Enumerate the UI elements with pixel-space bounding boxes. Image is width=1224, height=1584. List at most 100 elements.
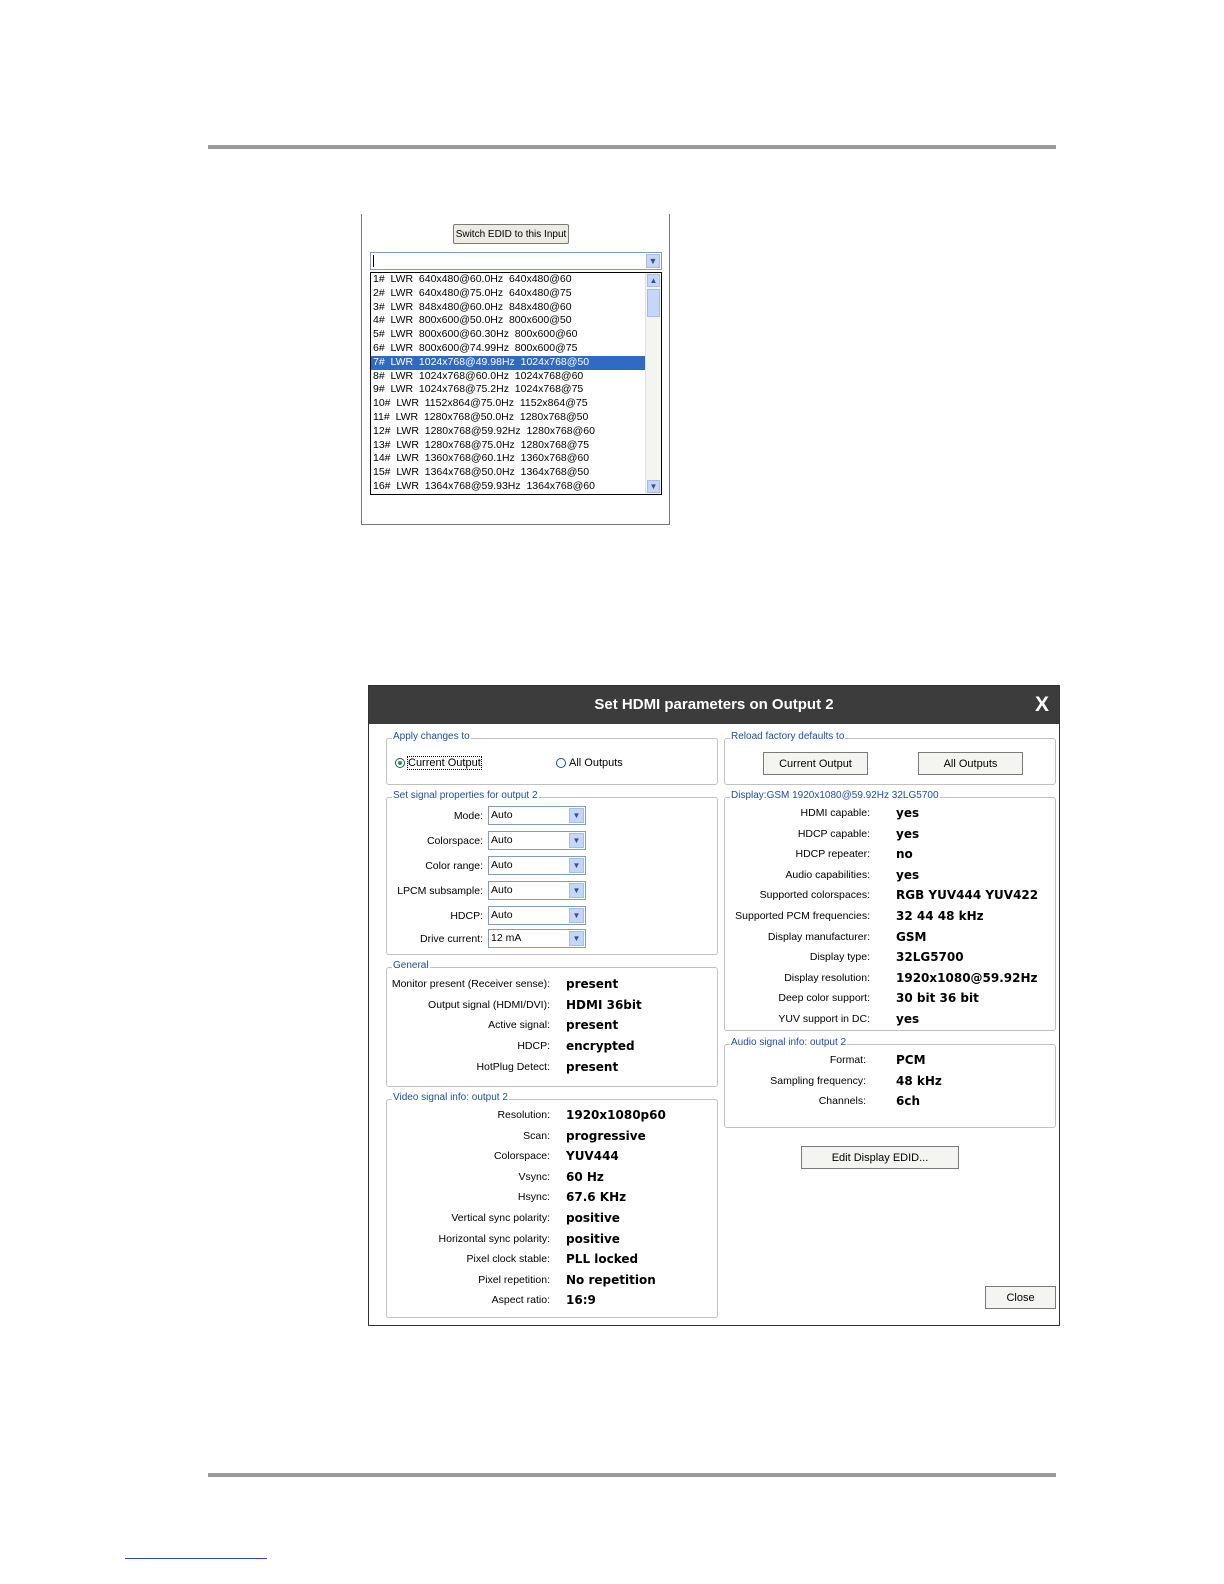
chevron-down-icon[interactable]: ▼ <box>646 254 660 268</box>
display-info-row: YUV support in DC: yes <box>725 1009 1055 1029</box>
video-info-row: Resolution: 1920x1080p60 <box>387 1105 717 1125</box>
video-info-row: Hsync: 67.6 KHz <box>387 1187 717 1207</box>
select-value: Auto <box>491 859 513 871</box>
signal-field-select[interactable]: Auto ▼ <box>488 831 586 850</box>
edid-list-item[interactable]: 10# LWR 1152x864@75.0Hz 1152x864@75 <box>371 397 645 411</box>
edit-display-edid-button[interactable]: Edit Display EDID... <box>801 1146 959 1169</box>
display-info-row: Audio capabilities: yes <box>725 865 1055 885</box>
signal-field-select[interactable]: Auto ▼ <box>488 856 586 875</box>
video-info-row: Pixel repetition: No repetition <box>387 1270 717 1290</box>
edid-list-item[interactable]: 7# LWR 1024x768@49.98Hz 1024x768@50 <box>371 355 645 370</box>
general-row: HotPlug Detect: present <box>387 1057 717 1077</box>
edid-list-item[interactable]: 15# LWR 1364x768@50.0Hz 1364x768@50 <box>371 466 645 480</box>
video-info-row: Vertical sync polarity: positive <box>387 1208 717 1228</box>
edid-list-item[interactable]: 12# LWR 1280x768@59.92Hz 1280x768@60 <box>371 425 645 439</box>
reload-current-output-button[interactable]: Current Output <box>763 752 868 775</box>
close-icon[interactable]: X <box>1035 686 1049 724</box>
edid-list-item[interactable]: 14# LWR 1360x768@60.1Hz 1360x768@60 <box>371 452 645 466</box>
reload-defaults-group: Reload factory defaults to Current Outpu… <box>724 731 1056 785</box>
audio-info-row: Sampling frequency: 48 kHz <box>725 1071 1055 1091</box>
reload-all-outputs-button[interactable]: All Outputs <box>918 752 1023 775</box>
chevron-down-icon[interactable]: ▼ <box>569 833 584 848</box>
info-label: Colorspace: <box>493 1150 550 1163</box>
edid-list-item[interactable]: 16# LWR 1364x768@59.93Hz 1364x768@60 <box>371 480 645 494</box>
radio-label: Current Output <box>407 756 482 770</box>
signal-field-label: Color range: <box>425 860 483 872</box>
info-value: yes <box>896 806 920 820</box>
signal-field-select[interactable]: Auto ▼ <box>488 906 586 925</box>
info-label: Active signal: <box>488 1019 550 1032</box>
dialog-title: Set HDMI parameters on Output 2 <box>594 696 834 713</box>
info-label: HDCP capable: <box>797 827 870 840</box>
edid-list-item[interactable]: 8# LWR 1024x768@60.0Hz 1024x768@60 <box>371 370 645 384</box>
edid-list-item[interactable]: 6# LWR 800x600@74.99Hz 800x600@75 <box>371 342 645 356</box>
info-label: Supported colorspaces: <box>759 889 870 902</box>
info-label: Pixel clock stable: <box>466 1253 550 1266</box>
edid-list-item[interactable]: 3# LWR 848x480@60.0Hz 848x480@60 <box>371 301 645 315</box>
info-label: HDMI capable: <box>800 807 870 819</box>
scroll-thumb[interactable] <box>647 289 660 317</box>
radio-dot <box>556 758 566 768</box>
signal-field-label: LPCM subsample: <box>397 885 483 897</box>
info-label: Resolution: <box>497 1109 550 1121</box>
info-value: present <box>566 1018 619 1033</box>
edid-list-item[interactable]: 1# LWR 640x480@60.0Hz 640x480@60 <box>371 273 645 287</box>
edid-combobox[interactable]: ▼ <box>370 252 662 270</box>
info-value: present <box>566 1059 619 1074</box>
signal-field-select[interactable]: 12 mA ▼ <box>488 929 586 948</box>
select-value: Auto <box>491 909 513 921</box>
info-value: 16:9 <box>566 1293 596 1308</box>
general-group: General Monitor present (Receiver sense)… <box>386 960 718 1087</box>
signal-field-select[interactable]: Auto ▼ <box>488 881 586 900</box>
info-value: PLL locked <box>566 1252 639 1267</box>
signal-field-label: Mode: <box>453 810 483 822</box>
dialog-titlebar: Set HDMI parameters on Output 2 X <box>369 686 1059 724</box>
info-value: YUV444 <box>566 1149 619 1164</box>
video-info-row: Colorspace: YUV444 <box>387 1146 717 1166</box>
header-rule <box>208 145 1056 149</box>
info-label: HotPlug Detect: <box>476 1060 550 1073</box>
edid-list-item[interactable]: 2# LWR 640x480@75.0Hz 640x480@75 <box>371 287 645 301</box>
edid-list-item[interactable]: 13# LWR 1280x768@75.0Hz 1280x768@75 <box>371 439 645 453</box>
info-label: Format: <box>829 1054 866 1066</box>
audio-info-group: Audio signal info: output 2 Format: PCM Sa… <box>724 1037 1056 1128</box>
display-info-row: Display type: 32LG5700 <box>725 947 1055 967</box>
list-scrollbar[interactable]: ▲ ▼ <box>645 273 661 494</box>
switch-edid-button[interactable]: Switch EDID to this Input <box>453 224 569 244</box>
group-legend: Video signal info: output 2 <box>392 1092 509 1103</box>
info-value: yes <box>896 826 920 841</box>
info-value: 1920x1080@59.92Hz <box>896 970 1038 985</box>
chevron-down-icon[interactable]: ▼ <box>569 808 584 823</box>
chevron-down-icon[interactable]: ▼ <box>569 858 584 873</box>
info-label: Audio capabilities: <box>785 868 870 881</box>
edid-list-item[interactable]: 4# LWR 800x600@50.0Hz 800x600@50 <box>371 314 645 328</box>
edid-list-items: 1# LWR 640x480@60.0Hz 640x480@60 2# LWR 6… <box>371 273 661 494</box>
video-info-row: Vsync: 60 Hz <box>387 1167 717 1187</box>
radio-dot <box>395 758 405 768</box>
scroll-up-icon[interactable]: ▲ <box>647 274 660 287</box>
info-label: Display manufacturer: <box>767 930 870 943</box>
info-value: positive <box>566 1211 620 1225</box>
group-legend: General <box>392 960 430 971</box>
radio-current-output[interactable]: Current Output <box>395 756 482 770</box>
general-row: HDCP: encrypted <box>387 1036 717 1056</box>
select-value: Auto <box>491 809 513 821</box>
close-button[interactable]: Close <box>985 1286 1056 1309</box>
chevron-down-icon[interactable]: ▼ <box>569 931 584 946</box>
apply-changes-group: Apply changes to Current Output All Outp… <box>386 731 718 785</box>
edid-list-item[interactable]: 9# LWR 1024x768@75.2Hz 1024x768@75 <box>371 383 645 397</box>
edid-list-item[interactable]: 11# LWR 1280x768@50.0Hz 1280x768@50 <box>371 411 645 425</box>
scroll-down-icon[interactable]: ▼ <box>647 480 660 493</box>
chevron-down-icon[interactable]: ▼ <box>569 908 584 923</box>
info-value: 60 Hz <box>566 1169 604 1184</box>
chevron-down-icon[interactable]: ▼ <box>569 883 584 898</box>
edid-list-item[interactable]: 5# LWR 800x600@60.30Hz 800x600@60 <box>371 328 645 342</box>
group-legend: Apply changes to <box>392 731 471 742</box>
edid-dropdown-list[interactable]: 1# LWR 640x480@60.0Hz 640x480@60 2# LWR 6… <box>370 272 662 495</box>
signal-field-select[interactable]: Auto ▼ <box>488 806 586 825</box>
radio-all-outputs[interactable]: All Outputs <box>556 757 623 769</box>
info-value: 1920x1080p60 <box>566 1108 666 1122</box>
info-label: Horizontal sync polarity: <box>438 1232 550 1245</box>
hdmi-parameters-dialog: Set HDMI parameters on Output 2 X Apply … <box>368 685 1060 1326</box>
info-label: Scan: <box>523 1129 550 1142</box>
